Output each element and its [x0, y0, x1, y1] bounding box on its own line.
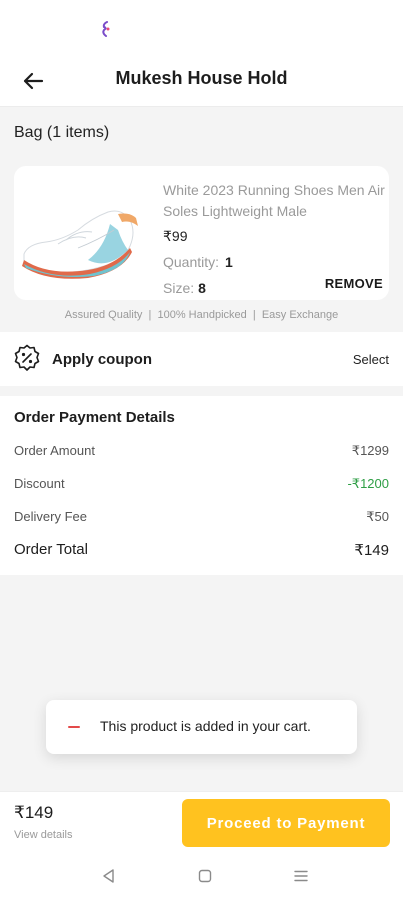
toast-dash-icon — [68, 726, 80, 728]
percent-badge-icon — [14, 344, 40, 371]
system-nav-bar — [0, 853, 403, 900]
product-name[interactable]: White 2023 Running Shoes Men Air Soles L… — [163, 180, 385, 222]
footer-total: ₹149 — [14, 803, 54, 822]
order-amount-label: Order Amount — [14, 443, 95, 458]
delivery-fee-label: Delivery Fee — [14, 509, 87, 524]
discount-label: Discount — [14, 476, 65, 491]
discount-value: -₹1200 — [347, 476, 389, 491]
square-home-icon — [198, 869, 212, 883]
apply-coupon-row[interactable]: Apply coupon Select — [0, 332, 403, 386]
apply-coupon-label: Apply coupon — [52, 351, 152, 368]
size-row: Size: 8 — [163, 280, 206, 296]
delivery-fee-value: ₹50 — [366, 509, 389, 524]
nav-home-button[interactable] — [196, 867, 214, 885]
checkout-bar: ₹149 View details Proceed to Payment — [0, 791, 403, 854]
remove-button[interactable]: REMOVE — [325, 276, 383, 291]
bag-title: Bag (1 items) — [14, 124, 110, 141]
assurance-text: Assured Quality | 100% Handpicked | Easy… — [64, 309, 339, 321]
delivery-fee-row: Delivery Fee ₹50 — [14, 509, 389, 525]
order-amount-row: Order Amount ₹1299 — [14, 443, 389, 459]
size-value: 8 — [198, 280, 206, 296]
nav-menu-button[interactable] — [292, 867, 310, 885]
coupon-select-link[interactable]: Select — [353, 352, 389, 367]
toast-message: This product is added in your cart. — [100, 718, 311, 734]
product-price: ₹99 — [163, 228, 188, 244]
discount-row: Discount -₹1200 — [14, 476, 389, 492]
nav-back-button[interactable] — [100, 867, 118, 885]
quantity-value: 1 — [225, 254, 233, 270]
product-image — [22, 210, 138, 279]
quantity-label: Quantity: — [163, 254, 220, 270]
quantity-row: Quantity: 1 — [163, 254, 233, 270]
menu-lines-icon — [294, 870, 308, 882]
proceed-to-payment-button[interactable]: Proceed to Payment — [182, 799, 390, 847]
app-logo-icon — [102, 21, 110, 37]
page-title: Mukesh House Hold — [115, 68, 288, 88]
order-payment-details: Order Payment Details Order Amount ₹1299… — [0, 396, 403, 575]
order-total-value: ₹149 — [354, 542, 389, 559]
order-amount-value: ₹1299 — [351, 443, 389, 458]
order-total-row: Order Total ₹149 — [14, 541, 389, 559]
size-label: Size: — [163, 280, 195, 296]
triangle-back-icon — [103, 869, 114, 883]
view-details-link[interactable]: View details — [14, 829, 73, 841]
header-bar: Mukesh House Hold — [0, 56, 403, 107]
toast-notification: This product is added in your cart. — [46, 700, 357, 754]
status-bar — [0, 0, 403, 56]
product-card[interactable]: White 2023 Running Shoes Men Air Soles L… — [14, 166, 389, 300]
payment-title: Order Payment Details — [14, 409, 175, 426]
order-total-label: Order Total — [14, 541, 88, 558]
